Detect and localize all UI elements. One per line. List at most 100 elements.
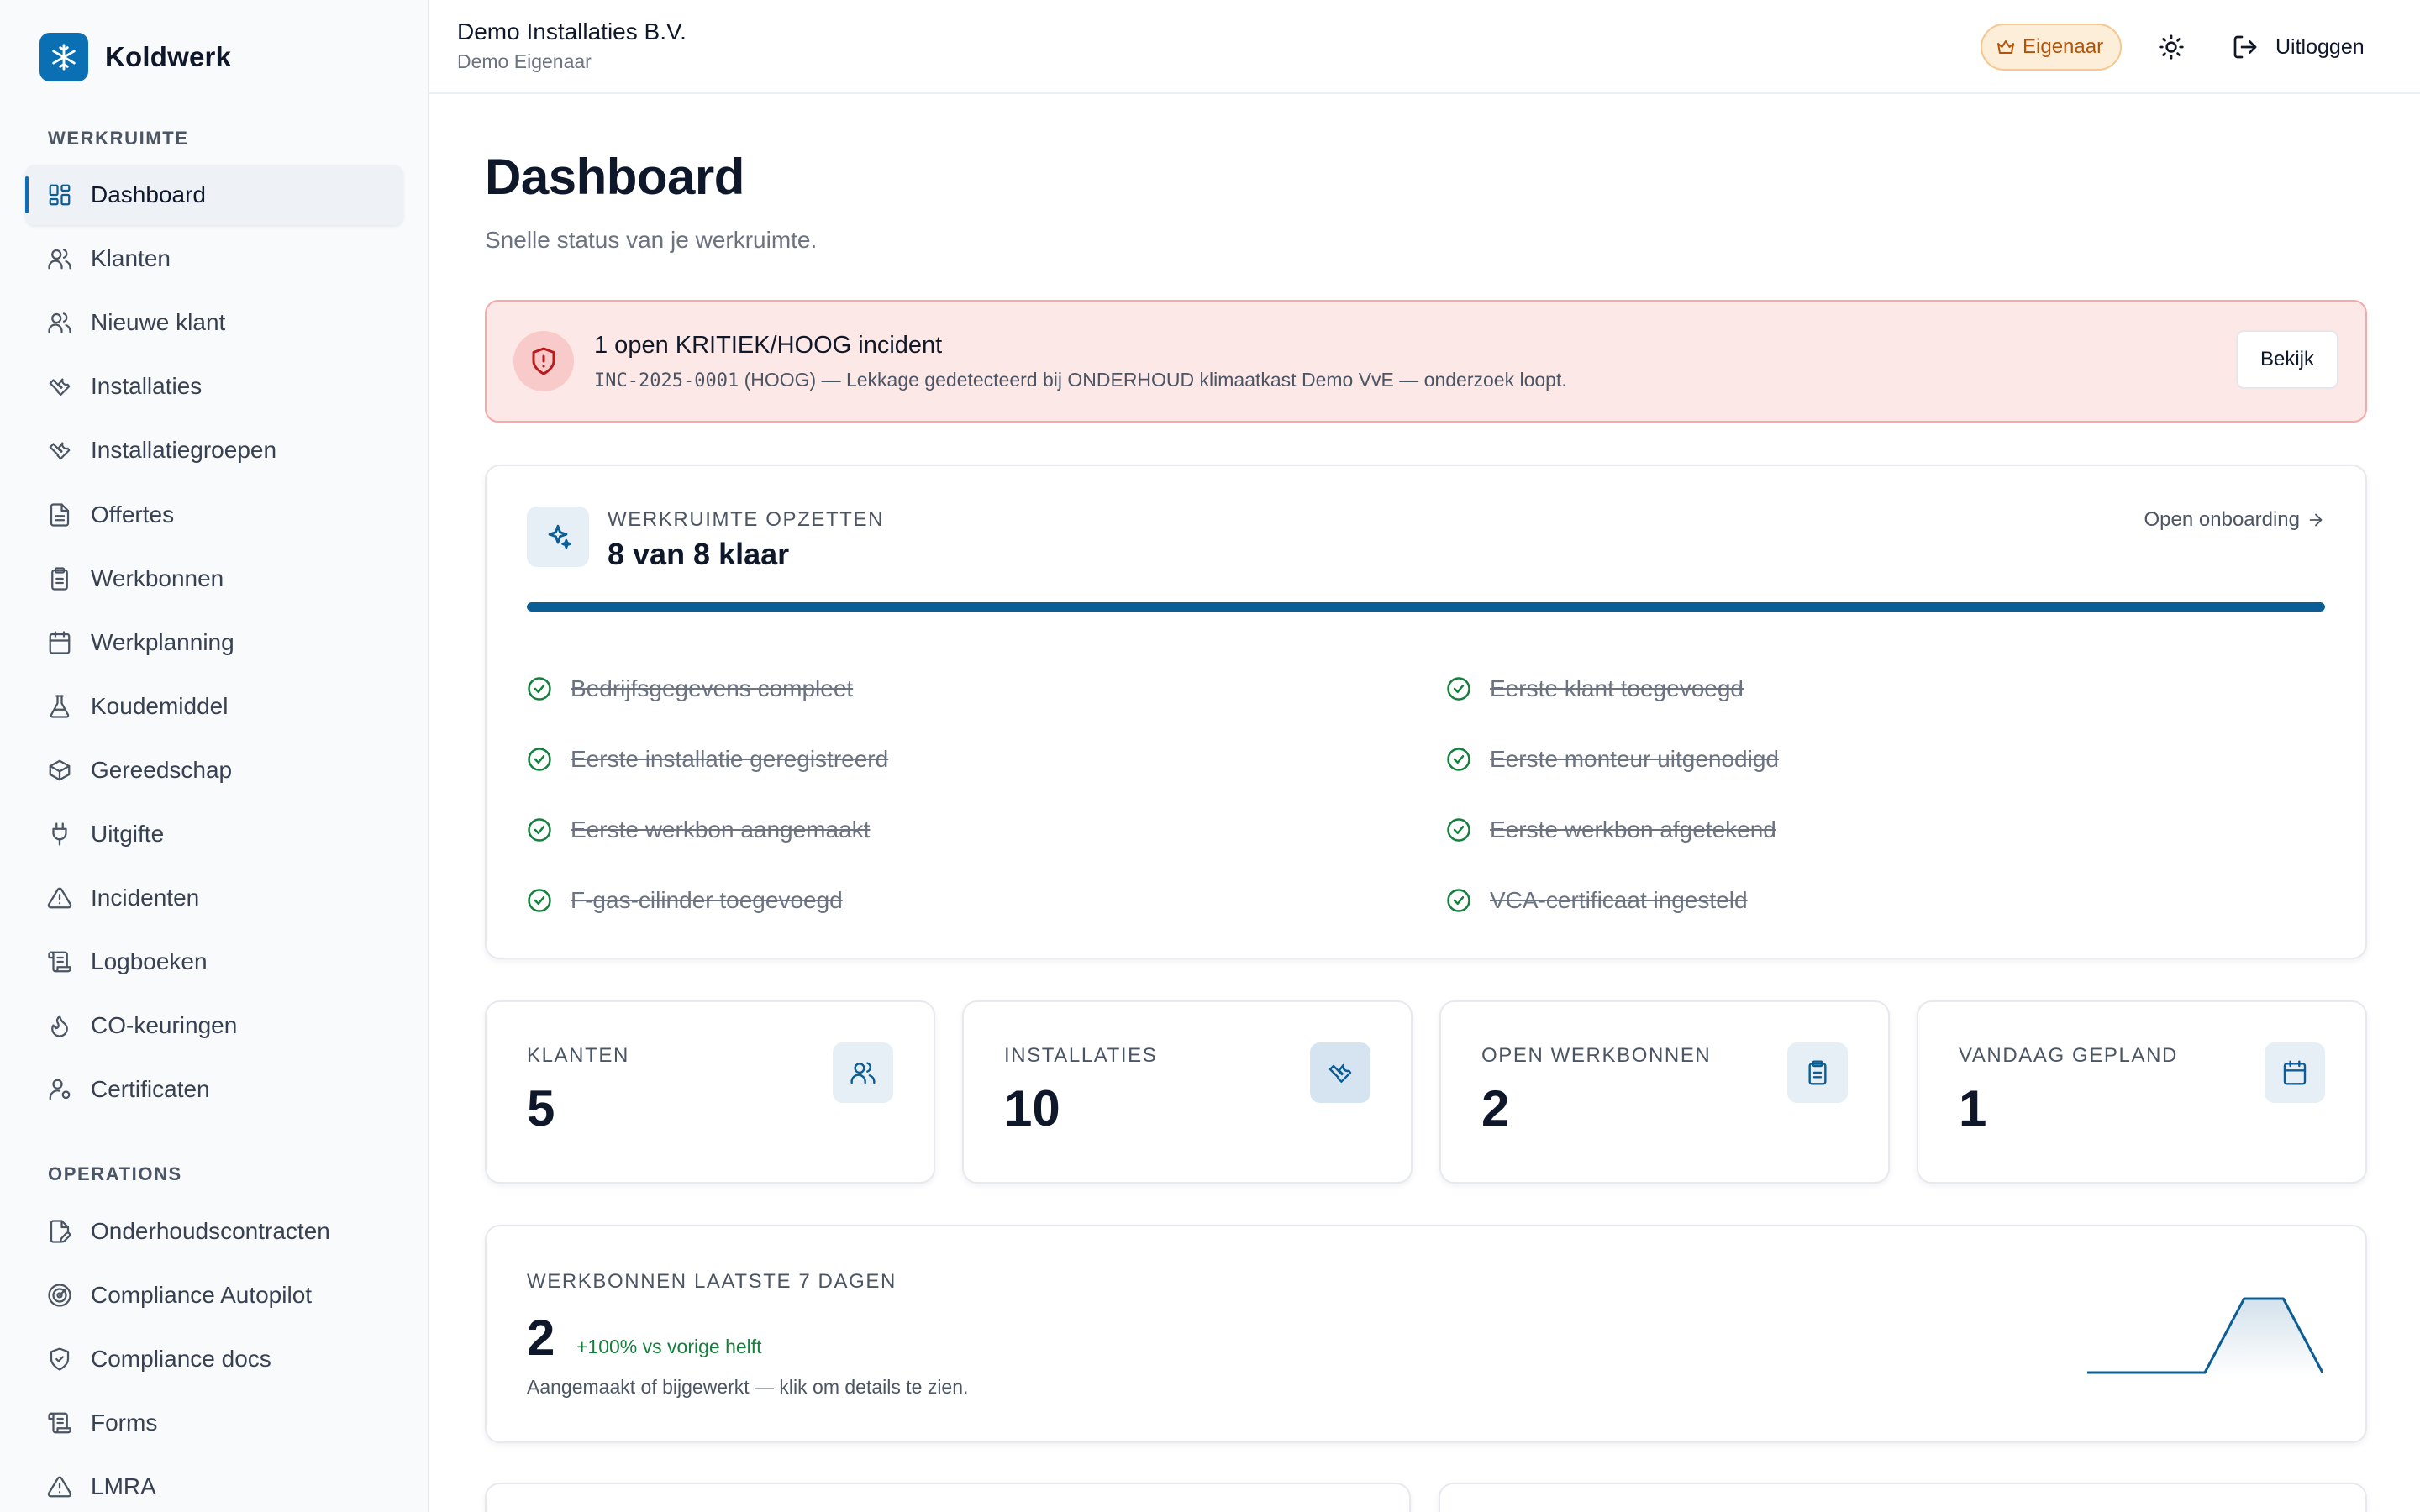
stat-value: 1 <box>1959 1080 1987 1137</box>
sidebar-item-gereedschap[interactable]: Gereedschap <box>25 740 403 801</box>
sidebar-item-label: Nieuwe klant <box>91 309 226 336</box>
wrench-icon <box>47 374 72 399</box>
logout-button[interactable]: Uitloggen <box>2232 30 2365 64</box>
sidebar-item-koudemiddel[interactable]: Koudemiddel <box>25 676 403 737</box>
sidebar-item-label: Werkplanning <box>91 628 234 655</box>
organization-name[interactable]: Demo Installaties B.V. <box>457 18 687 45</box>
workorders-trend-card[interactable]: WERKBONNEN LAATSTE 7 DAGEN 2 +100% vs vo… <box>485 1225 2367 1443</box>
sidebar-item-uitgifte[interactable]: Uitgifte <box>25 804 403 864</box>
setup-checklist-label: Eerste werkbon aangemaakt <box>571 816 871 843</box>
sidebar-item-incidenten[interactable]: Incidenten <box>25 868 403 928</box>
sidebar-item-werkbonnen[interactable]: Werkbonnen <box>25 549 403 609</box>
sidebar-item-compliance-autopilot[interactable]: Compliance Autopilot <box>25 1265 403 1326</box>
sidebar-item-onderhoudscontracten[interactable]: Onderhoudscontracten <box>25 1201 403 1262</box>
sidebar-item-werkplanning[interactable]: Werkplanning <box>25 612 403 673</box>
sidebar-item-label: Compliance docs <box>91 1346 271 1373</box>
sparkles-icon <box>527 507 589 567</box>
sidebar-section-label: WERKRUIMTE <box>48 128 189 149</box>
setup-checklist-label: Eerste werkbon afgetekend <box>1490 816 1776 843</box>
check-circle-icon <box>1446 817 1471 843</box>
organization-user: Demo Eigenaar <box>457 50 592 72</box>
setup-checklist-label: Eerste monteur uitgenodigd <box>1490 746 1779 772</box>
sidebar-item-lmra[interactable]: LMRA <box>25 1457 403 1512</box>
sidebar-item-installatiegroepen[interactable]: Installatiegroepen <box>25 420 403 480</box>
sidebar-item-label: Klanten <box>91 245 171 272</box>
sidebar-item-label: Installaties <box>91 373 203 400</box>
sidebar-item-compliance-docs[interactable]: Compliance docs <box>25 1329 403 1389</box>
stat-card-klanten[interactable]: KLANTEN 5 <box>485 1000 935 1184</box>
sidebar-item-label: Certificaten <box>91 1076 210 1103</box>
log-out-icon <box>2233 35 2257 59</box>
check-circle-icon <box>527 747 552 772</box>
file-text-icon <box>47 502 72 528</box>
setup-progress-bar <box>527 602 2325 612</box>
sidebar-item-klanten[interactable]: Klanten <box>25 228 403 289</box>
sidebar-item-label: CO-keuringen <box>91 1012 238 1039</box>
sidebar-item-offertes[interactable]: Offertes <box>25 485 403 545</box>
shield-check-icon <box>47 1347 72 1372</box>
setup-progress-text: 8 van 8 klaar <box>608 537 790 571</box>
calendar-icon <box>2265 1042 2325 1103</box>
users-icon <box>47 246 72 271</box>
setup-progress-fill <box>527 602 2325 612</box>
open-onboarding-label: Open onboarding <box>2144 508 2300 531</box>
trend-delta: +100% vs vorige helft <box>576 1336 762 1357</box>
view-incident-button[interactable]: Bekijk <box>2236 330 2338 389</box>
trend-label: WERKBONNEN LAATSTE 7 DAGEN <box>527 1270 897 1293</box>
sidebar-item-label: LMRA <box>91 1473 156 1500</box>
theme-toggle-button[interactable] <box>2154 30 2188 64</box>
brand-name: Koldwerk <box>105 41 232 72</box>
alert-triangle-icon <box>47 1474 72 1499</box>
user-cog-icon <box>47 1077 72 1102</box>
incident-code: INC-2025-0001 <box>594 370 739 391</box>
sidebar-item-co-keuringen[interactable]: CO-keuringen <box>25 995 403 1056</box>
alert-description: INC-2025-0001 (HOOG) — Lekkage gedetecte… <box>594 369 1567 391</box>
sidebar-item-label: Installatiegroepen <box>91 437 277 464</box>
page-subtitle: Snelle status van je werkruimte. <box>485 227 818 253</box>
stat-card-vandaag-gepland[interactable]: VANDAAG GEPLAND 1 <box>1917 1000 2367 1184</box>
sidebar-item-nieuwe-klant[interactable]: Nieuwe klant <box>25 292 403 353</box>
sun-icon <box>2159 34 2184 60</box>
setup-checklist-label: Eerste installatie geregistreerd <box>571 746 889 772</box>
wrench-icon <box>47 438 72 463</box>
check-circle-icon <box>527 817 552 843</box>
sidebar-item-label: Dashboard <box>91 181 206 207</box>
clipboard-icon <box>47 566 72 591</box>
setup-checklist-item: Eerste installatie geregistreerd <box>527 743 888 776</box>
crown-icon <box>1997 40 2014 54</box>
dashboard-card <box>1439 1483 2367 1512</box>
sidebar-item-forms[interactable]: Forms <box>25 1393 403 1453</box>
setup-checklist-item: Eerste werkbon afgetekend <box>1446 813 1776 847</box>
clipboard-icon <box>1787 1042 1848 1103</box>
check-circle-icon <box>527 676 552 701</box>
sidebar-item-certificaten[interactable]: Certificaten <box>25 1059 403 1120</box>
alert-title: 1 open KRITIEK/HOOG incident <box>594 332 943 359</box>
dashboard-card <box>485 1483 1411 1512</box>
stat-card-open-werkbonnen[interactable]: OPEN WERKBONNEN 2 <box>1439 1000 1890 1184</box>
page-title: Dashboard <box>485 149 744 205</box>
check-circle-icon <box>1446 747 1471 772</box>
role-badge-label: Eigenaar <box>2023 35 2104 58</box>
setup-checklist-label: F-gas-cilinder toegevoegd <box>571 887 843 913</box>
snowflake-icon <box>39 33 88 81</box>
stat-card-installaties[interactable]: INSTALLATIES 10 <box>962 1000 1413 1184</box>
file-pen-icon <box>47 1219 72 1244</box>
sidebar-section-label: OPERATIONS <box>48 1163 182 1184</box>
sidebar-item-installaties[interactable]: Installaties <box>25 356 403 417</box>
sidebar-item-label: Incidenten <box>91 885 200 911</box>
setup-checklist-label: VCA-certificaat ingesteld <box>1490 887 1748 913</box>
setup-checklist-item: F-gas-cilinder toegevoegd <box>527 884 843 917</box>
arrow-right-icon <box>2309 513 2323 527</box>
sidebar-item-logboeken[interactable]: Logboeken <box>25 932 403 992</box>
sidebar-item-dashboard[interactable]: Dashboard <box>25 165 403 225</box>
open-onboarding-link[interactable]: Open onboarding <box>2144 508 2325 532</box>
setup-label: WERKRUIMTE OPZETTEN <box>608 508 885 531</box>
sidebar-item-label: Koudemiddel <box>91 692 229 719</box>
brand[interactable]: Koldwerk <box>39 33 231 81</box>
box-icon <box>47 758 72 783</box>
sparkline-chart <box>2087 1297 2323 1378</box>
trend-value: 2 <box>527 1310 555 1366</box>
check-circle-icon <box>1446 888 1471 913</box>
flask-icon <box>47 694 72 719</box>
sidebar-item-label: Uitgifte <box>91 821 165 847</box>
